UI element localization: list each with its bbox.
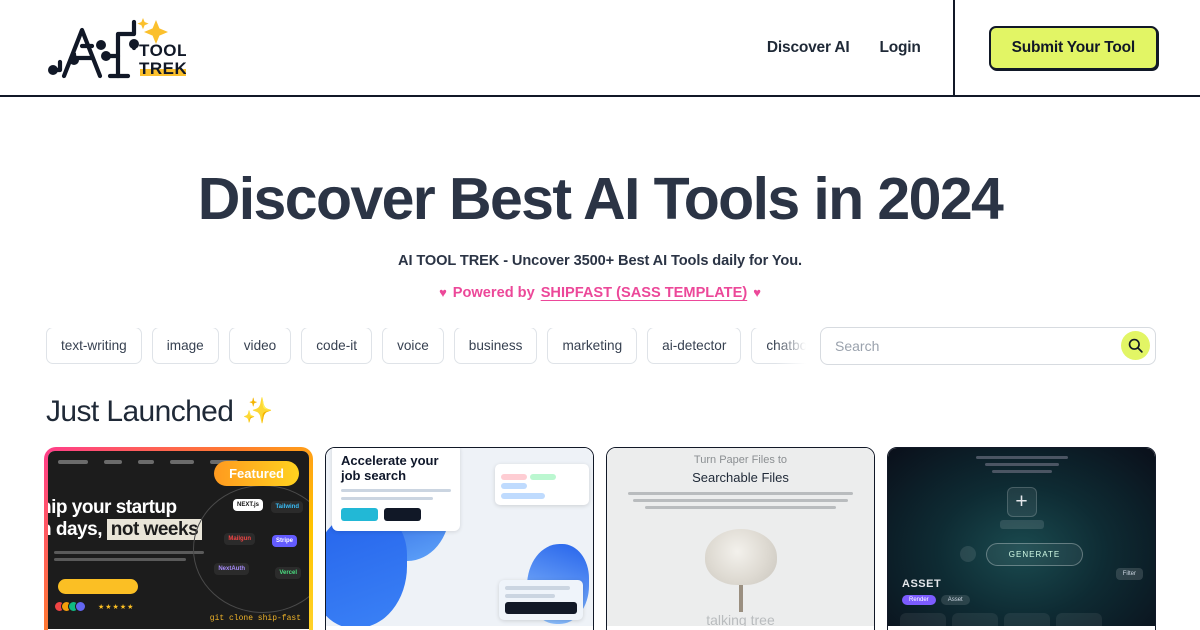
heart-icon-left: ♥ bbox=[439, 285, 447, 301]
thumb-btn-secondary bbox=[384, 507, 421, 521]
sparkles-icon: ✨ bbox=[242, 397, 273, 426]
thumb-headline-highlight: not weeks bbox=[106, 519, 203, 541]
thumb-chip-vercel: Vercel bbox=[275, 566, 301, 579]
thumb-generate-button: GENERATE bbox=[985, 542, 1084, 566]
tag-code-it[interactable]: code-it bbox=[301, 327, 373, 364]
powered-by-line: ♥ Powered by SHIPFAST (SASS TEMPLATE) ♥ bbox=[0, 285, 1200, 301]
filter-row: text-writing image video code-it voice b… bbox=[0, 326, 1200, 365]
lock-icon bbox=[959, 546, 976, 563]
tag-chatbot[interactable]: chatbot bbox=[751, 327, 806, 364]
thumb-chips bbox=[501, 473, 583, 489]
thumb-headline-1: Accelerate your bbox=[341, 452, 439, 468]
tool-thumbnail: Featured hip your startup n days, not we… bbox=[48, 450, 309, 629]
heart-icon-right: ♥ bbox=[753, 285, 761, 301]
thumb-avatars bbox=[54, 600, 86, 612]
thumb-paragraph bbox=[54, 550, 204, 565]
hero-subtitle: AI TOOL TREK - Uncover 3500+ Best AI Too… bbox=[398, 252, 802, 269]
tool-thumbnail: Turn Paper Files to Searchable Files tal… bbox=[607, 447, 874, 626]
tool-card-footer: Jobright bbox=[326, 626, 593, 630]
thumb-float-card-a bbox=[495, 463, 589, 505]
thumb-top-text bbox=[888, 448, 1155, 473]
tool-card[interactable]: + GENERATE ASSET Render Asset Filter Hax… bbox=[887, 446, 1156, 630]
tag-text-writing[interactable]: text-writing bbox=[46, 327, 142, 364]
thumb-headline-2: n days, bbox=[48, 519, 102, 541]
tool-card-grid: Featured hip your startup n days, not we… bbox=[0, 446, 1200, 630]
thumb-float-card-b bbox=[499, 579, 583, 620]
logo-text-tool: TOOL bbox=[139, 41, 186, 60]
category-tag-list[interactable]: text-writing image video code-it voice b… bbox=[46, 327, 806, 364]
thumb-paragraph bbox=[621, 491, 860, 509]
thumb-panel: Accelerate your job search bbox=[332, 447, 460, 531]
thumb-filter-button: Filter bbox=[1115, 567, 1143, 580]
thumb-chip-nextauth: NextAuth bbox=[214, 562, 249, 575]
tool-card-inner: + GENERATE ASSET Render Asset Filter Hax… bbox=[888, 447, 1155, 630]
thumb-cta-button bbox=[58, 578, 138, 594]
section-heading-label: Just Launched bbox=[46, 394, 234, 428]
section-heading: Just Launched ✨ bbox=[46, 395, 1200, 429]
submit-your-tool-button[interactable]: Submit Your Tool bbox=[988, 25, 1158, 70]
thumb-upload-tag bbox=[999, 519, 1044, 529]
tag-video[interactable]: video bbox=[228, 327, 292, 364]
thumb-headline: hip your startup n days, not weeks bbox=[48, 496, 203, 542]
thumb-pill-other: Asset bbox=[940, 594, 970, 605]
tool-card-footer: Haxx Upscale bbox=[888, 626, 1155, 630]
tool-thumbnail: + GENERATE ASSET Render Asset Filter bbox=[888, 447, 1155, 626]
tool-card[interactable]: Turn Paper Files to Searchable Files tal… bbox=[606, 446, 875, 630]
header-nav: Discover AI Login Submit Your Tool bbox=[767, 0, 1158, 95]
thumb-pill-active: Render bbox=[902, 594, 936, 605]
tag-business[interactable]: business bbox=[453, 327, 538, 364]
site-logo[interactable]: TOOL TREK bbox=[44, 12, 186, 84]
thumb-buttons bbox=[341, 507, 451, 521]
tag-marketing[interactable]: marketing bbox=[547, 327, 638, 364]
search-icon bbox=[1128, 339, 1143, 354]
thumb-chips bbox=[501, 492, 583, 499]
powered-by-label: Powered by bbox=[452, 284, 535, 301]
tool-card-inner: Accelerate your job search Jobright bbox=[326, 447, 593, 630]
thumb-dark-button bbox=[505, 601, 577, 614]
nav-link-discover-ai[interactable]: Discover AI bbox=[767, 39, 850, 57]
search-button[interactable] bbox=[1121, 331, 1150, 361]
nav-link-login[interactable]: Login bbox=[879, 39, 920, 57]
thumb-add-button: + bbox=[1006, 486, 1037, 517]
page-title: Discover Best AI Tools in 2024 bbox=[197, 166, 1004, 232]
tag-ai-detector[interactable]: ai-detector bbox=[647, 327, 742, 364]
shipfast-link[interactable]: SHIPFAST (SASS TEMPLATE) bbox=[541, 285, 748, 301]
thumb-headline-2: job search bbox=[341, 467, 407, 483]
tool-card-inner: Turn Paper Files to Searchable Files tal… bbox=[607, 447, 874, 630]
thumb-chip-mailgun: Mailgun bbox=[224, 532, 255, 545]
tool-card-footer: Talking Tree bbox=[607, 626, 874, 630]
tag-voice[interactable]: voice bbox=[382, 327, 444, 364]
thumb-asset-grid bbox=[900, 612, 1155, 626]
site-header: TOOL TREK Discover AI Login Submit Your … bbox=[0, 0, 1200, 97]
thumb-headline-1: Turn Paper Files to bbox=[693, 453, 788, 466]
tool-card[interactable]: Accelerate your job search Jobright bbox=[325, 446, 594, 630]
thumb-rating-stars: ★★★★★ bbox=[98, 603, 135, 611]
tool-thumbnail: Accelerate your job search bbox=[326, 447, 593, 626]
tool-card[interactable]: Featured hip your startup n days, not we… bbox=[44, 446, 313, 630]
cta-wrapper: Submit Your Tool bbox=[955, 25, 1158, 70]
tool-card-inner: Featured hip your startup n days, not we… bbox=[48, 450, 309, 630]
thumb-headline-1: hip your startup bbox=[48, 496, 177, 518]
thumb-asset-label: ASSET bbox=[902, 577, 942, 590]
thumb-btn-primary bbox=[341, 507, 378, 521]
logo-text-trek: TREK bbox=[139, 59, 186, 78]
thumb-pill-row: Render Asset bbox=[902, 594, 1155, 605]
featured-badge: Featured bbox=[214, 460, 299, 486]
ai-tool-trek-logo-icon: TOOL TREK bbox=[48, 17, 186, 78]
thumb-chip-tailwind: Tailwind bbox=[271, 500, 303, 513]
search-input[interactable] bbox=[835, 337, 1121, 354]
thumb-code-line: git clone ship-fast bbox=[209, 613, 301, 623]
thumb-chip-stripe: Stripe bbox=[271, 534, 297, 547]
thumb-ghost-text: talking tree bbox=[706, 611, 775, 626]
thumb-chip-next: NEXT.js bbox=[232, 498, 263, 511]
thumb-tree-illustration bbox=[704, 528, 777, 612]
search-box[interactable] bbox=[820, 326, 1156, 365]
thumb-headline-2: Searchable Files bbox=[692, 469, 789, 485]
nav-links: Discover AI Login bbox=[767, 0, 953, 95]
tag-image[interactable]: image bbox=[151, 327, 219, 364]
hero-section: Discover Best AI Tools in 2024 AI TOOL T… bbox=[0, 97, 1200, 301]
thumb-generate-row: GENERATE bbox=[888, 542, 1155, 566]
